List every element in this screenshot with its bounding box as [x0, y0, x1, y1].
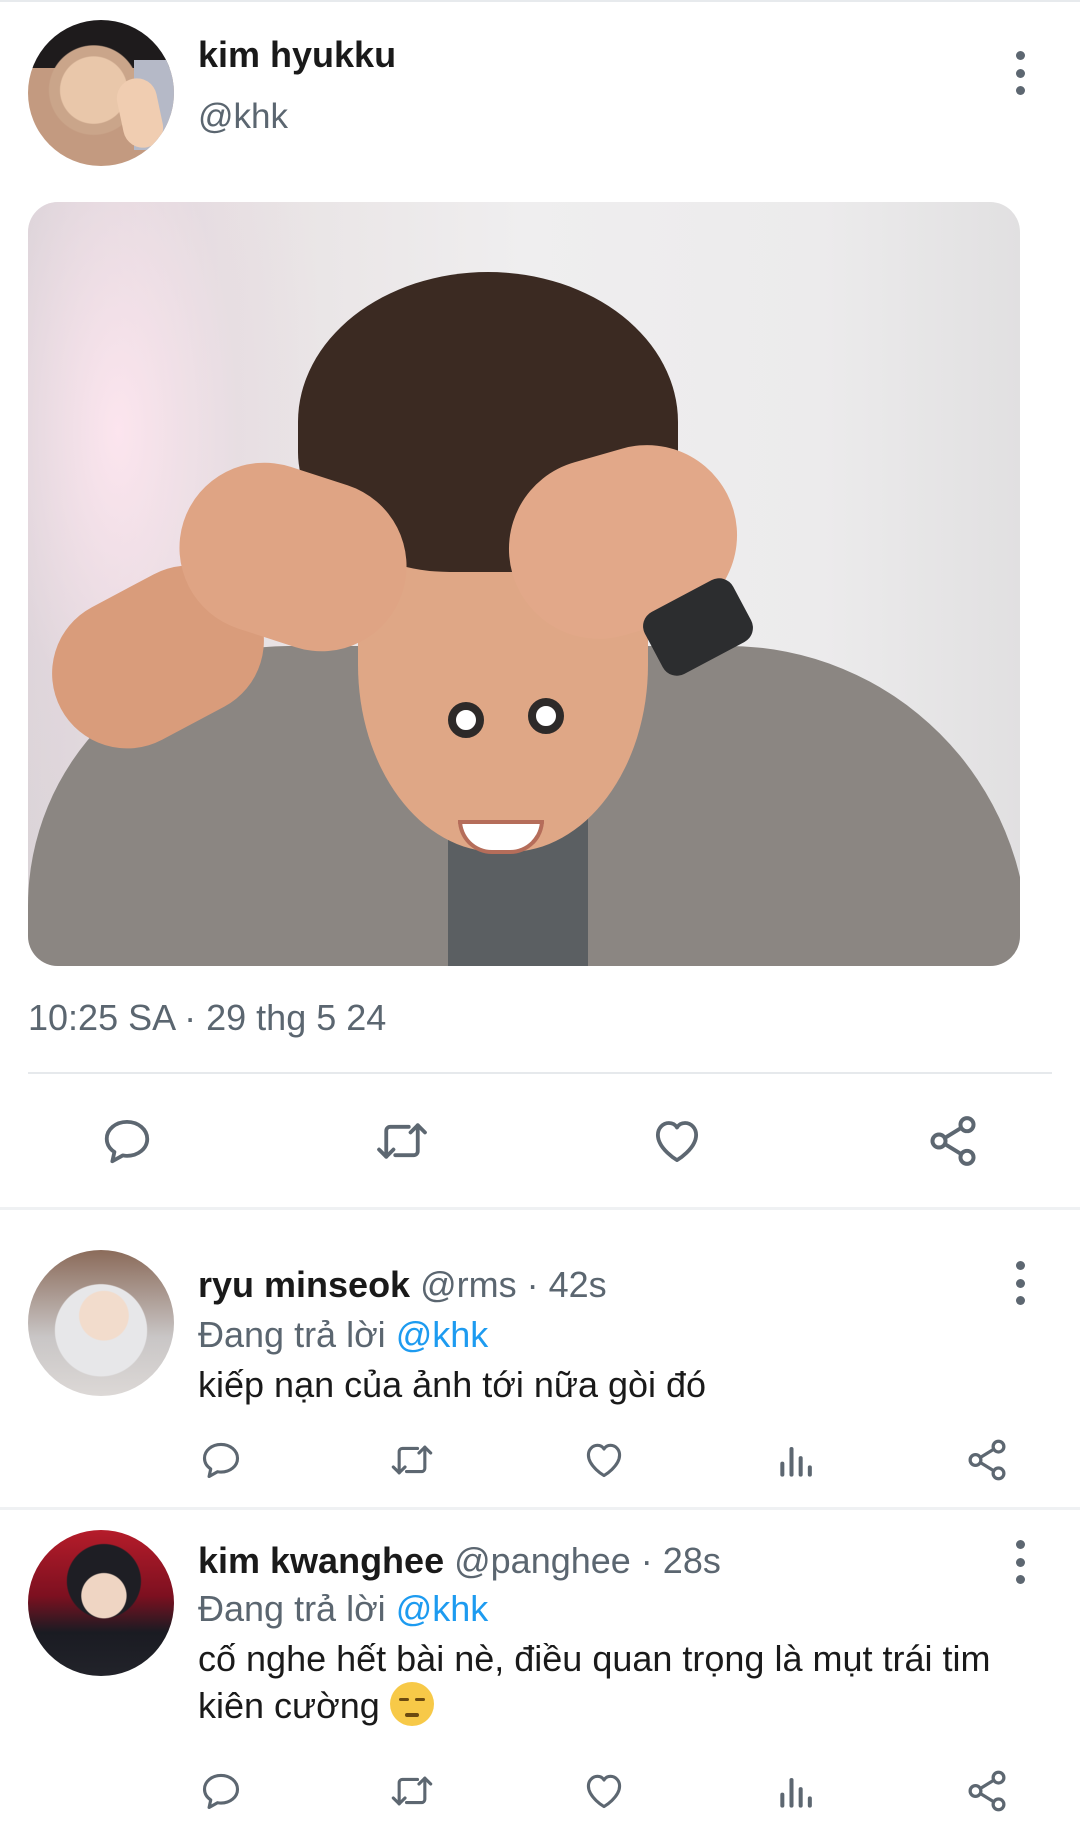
like-icon — [586, 1774, 622, 1809]
user-handle[interactable]: @khk — [198, 97, 288, 137]
photo-eye-right — [528, 698, 564, 734]
share-button[interactable] — [962, 1435, 1012, 1485]
reply-tweet[interactable]: ryu minseok @rms · 42s Đang trả lời @khk… — [0, 1213, 1080, 1510]
analytics-icon — [780, 1777, 812, 1808]
share-button[interactable] — [962, 1766, 1012, 1816]
divider — [28, 1072, 1052, 1074]
main-tweet: kim hyukku @khk 10:25 SA · 29 thg 5 24 — [0, 0, 1080, 1210]
retweet-button[interactable] — [370, 1110, 434, 1172]
dot-icon — [1015, 1575, 1025, 1584]
dot-icon — [1015, 1296, 1025, 1305]
tweet-timestamp[interactable]: 10:25 SA · 29 thg 5 24 — [28, 997, 386, 1039]
replying-to: Đang trả lời @khk — [198, 1314, 488, 1356]
reply-button[interactable] — [196, 1435, 246, 1485]
reply-text: kiếp nạn của ảnh tới nữa gòi đó — [198, 1364, 707, 1405]
like-icon — [586, 1443, 622, 1478]
dot-icon — [1015, 1540, 1025, 1549]
analytics-icon — [780, 1446, 812, 1477]
dot-icon — [1015, 86, 1025, 95]
dot-icon — [1015, 68, 1025, 78]
reply-icon — [202, 1442, 240, 1479]
avatar[interactable] — [28, 1250, 174, 1396]
retweet-icon — [377, 1123, 427, 1159]
retweet-icon — [391, 1445, 433, 1475]
reply-text-content: cố nghe hết bài nè, điều quan trọng là m… — [198, 1638, 991, 1726]
views-button[interactable] — [772, 1766, 822, 1816]
share-icon — [968, 1770, 1006, 1812]
share-icon — [968, 1439, 1006, 1481]
retweet-button[interactable] — [385, 1435, 439, 1485]
reply-icon — [104, 1119, 150, 1164]
pensive-face-icon — [389, 1682, 434, 1726]
reply-header: kim kwanghee @panghee · 28s — [198, 1540, 721, 1582]
views-button[interactable] — [772, 1435, 822, 1485]
mention-link[interactable]: @khk — [396, 1314, 489, 1355]
replying-to: Đang trả lời @khk — [198, 1588, 488, 1630]
more-options-button[interactable] — [1008, 51, 1032, 95]
like-button[interactable] — [646, 1110, 708, 1172]
more-options-button[interactable] — [1008, 1261, 1032, 1305]
share-button[interactable] — [922, 1110, 984, 1172]
retweet-button[interactable] — [385, 1766, 439, 1816]
like-button[interactable] — [579, 1766, 629, 1816]
like-icon — [655, 1121, 699, 1163]
retweet-icon — [391, 1776, 433, 1806]
display-name[interactable]: kim hyukku — [198, 34, 396, 76]
display-name[interactable]: ryu minseok — [198, 1264, 410, 1305]
reply-button[interactable] — [96, 1110, 158, 1172]
reply-button[interactable] — [196, 1766, 246, 1816]
reply-header: ryu minseok @rms · 42s — [198, 1264, 607, 1306]
reply-text: cố nghe hết bài nè, điều quan trọng là m… — [198, 1636, 1028, 1729]
display-name[interactable]: kim kwanghee — [198, 1540, 444, 1581]
handle-and-time: @panghee · 28s — [454, 1540, 721, 1581]
replying-to-label: Đang trả lời — [198, 1588, 386, 1629]
avatar[interactable] — [28, 20, 174, 166]
mention-link[interactable]: @khk — [396, 1588, 489, 1629]
like-button[interactable] — [579, 1435, 629, 1485]
dot-icon — [1015, 51, 1025, 60]
reply-icon — [202, 1773, 240, 1810]
dot-icon — [1015, 1557, 1025, 1567]
handle-and-time: @rms · 42s — [420, 1264, 607, 1305]
replying-to-label: Đang trả lời — [198, 1314, 386, 1355]
reply-tweet[interactable]: kim kwanghee @panghee · 28s Đang trả lời… — [0, 1510, 1080, 1838]
dot-icon — [1015, 1261, 1025, 1270]
more-options-button[interactable] — [1008, 1540, 1032, 1584]
tweet-photo[interactable] — [28, 202, 1020, 966]
photo-eye-left — [448, 702, 484, 738]
avatar[interactable] — [28, 1530, 174, 1676]
dot-icon — [1015, 1278, 1025, 1288]
share-icon — [930, 1116, 976, 1166]
